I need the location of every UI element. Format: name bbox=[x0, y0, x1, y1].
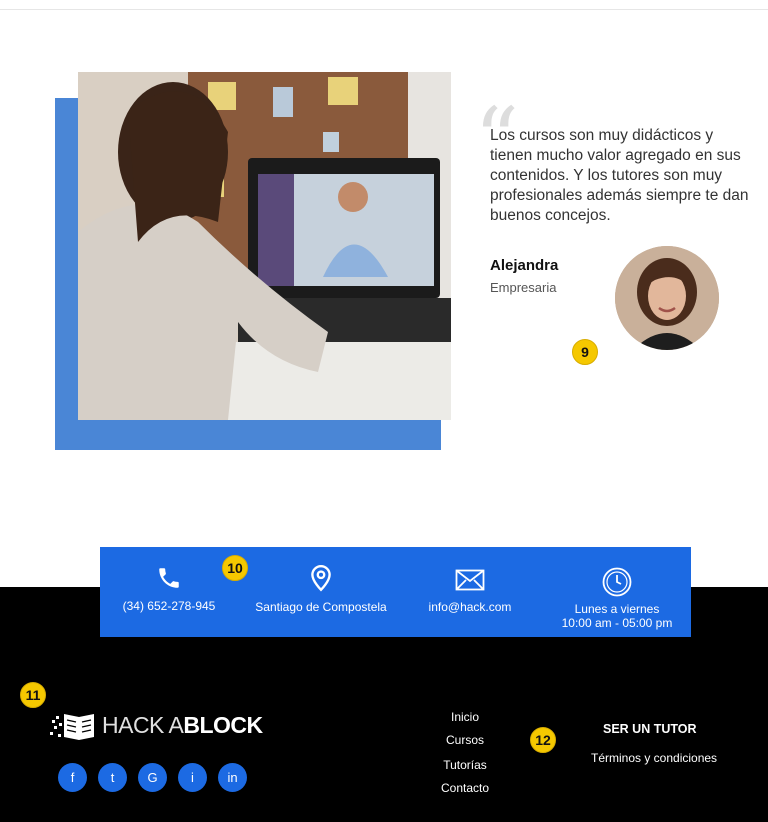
facebook-icon[interactable]: f bbox=[58, 763, 87, 792]
location-pin-icon bbox=[311, 564, 331, 592]
terms-link[interactable]: Términos y condiciones bbox=[591, 751, 717, 765]
annotation-badge-9: 9 bbox=[572, 339, 598, 365]
location-text: Santiago de Compostela bbox=[255, 600, 387, 614]
nav-link-inicio[interactable]: Inicio bbox=[424, 710, 506, 724]
hours-time: 10:00 am - 05:00 pm bbox=[561, 616, 673, 630]
nav-link-contacto[interactable]: Contacto bbox=[424, 781, 506, 795]
phone-icon bbox=[159, 568, 179, 588]
contact-phone[interactable]: (34) 652-278-945 bbox=[122, 565, 216, 613]
annotation-badge-12: 12 bbox=[530, 727, 556, 753]
contact-bar: (34) 652-278-945 Santiago de Compostela … bbox=[100, 547, 691, 637]
top-divider bbox=[0, 9, 768, 10]
phone-number: (34) 652-278-945 bbox=[122, 599, 216, 613]
linkedin-icon[interactable]: in bbox=[218, 763, 247, 792]
annotation-badge-11: 11 bbox=[20, 682, 46, 708]
hours-days: Lunes a viernes bbox=[574, 602, 660, 616]
contact-email[interactable]: info@hack.com bbox=[422, 568, 518, 614]
become-tutor-link[interactable]: SER UN TUTOR bbox=[603, 722, 697, 736]
testimonial-author-name: Alejandra bbox=[490, 257, 559, 274]
avatar-illustration bbox=[615, 246, 719, 350]
clock-icon bbox=[602, 567, 632, 597]
testimonial-author-role: Empresaria bbox=[490, 280, 557, 295]
email-text: info@hack.com bbox=[428, 600, 512, 614]
contact-location[interactable]: Santiago de Compostela bbox=[255, 564, 387, 614]
contact-hours: Lunes a viernes 10:00 am - 05:00 pm bbox=[554, 566, 680, 630]
testimonial-photo-frame bbox=[55, 72, 451, 452]
book-logo-icon bbox=[50, 714, 94, 740]
annotation-badge-10: 10 bbox=[222, 555, 248, 581]
social-links: f t G i in bbox=[58, 763, 247, 792]
twitter-icon[interactable]: t bbox=[98, 763, 127, 792]
brand-name-bold: BLOCK bbox=[183, 711, 263, 738]
instagram-icon[interactable]: i bbox=[178, 763, 207, 792]
brand-name-light: HACK A bbox=[102, 711, 184, 738]
online-class-photo bbox=[78, 72, 451, 420]
testimonial-quote: Los cursos son muy didácticos y tienen m… bbox=[490, 127, 749, 224]
mail-icon bbox=[455, 569, 485, 591]
hackablock-logo[interactable]: HACK ABLOCK bbox=[50, 708, 263, 742]
nav-link-tutorias[interactable]: Tutorías bbox=[424, 758, 506, 772]
nav-link-cursos[interactable]: Cursos bbox=[424, 733, 506, 747]
brand-name: HACK ABLOCK bbox=[102, 712, 263, 739]
google-icon[interactable]: G bbox=[138, 763, 167, 792]
author-avatar bbox=[615, 246, 719, 350]
online-class-illustration bbox=[78, 72, 451, 420]
